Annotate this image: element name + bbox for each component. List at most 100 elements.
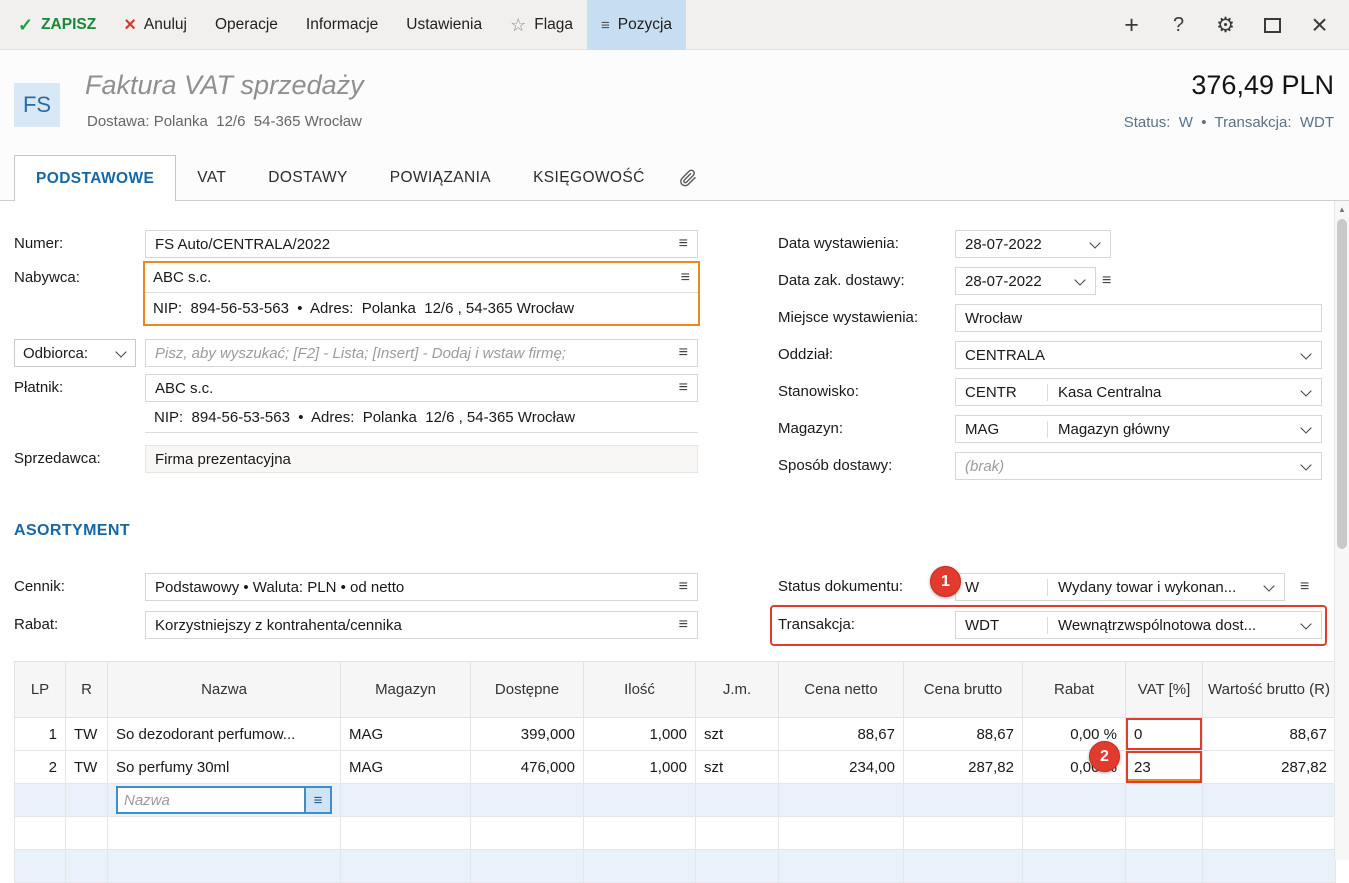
cell-lp[interactable]: 1 [15, 718, 66, 751]
close-icon[interactable]: × [1296, 0, 1343, 50]
odbiorca-role-select[interactable]: Odbiorca: [14, 339, 136, 367]
scroll-up-arrow[interactable]: ▲ [1335, 201, 1349, 217]
flaga-label: Flaga [534, 16, 573, 34]
cell-r[interactable]: TW [66, 718, 108, 751]
nabywca-menu-icon[interactable]: ≡ [673, 269, 690, 287]
maximize-icon[interactable] [1249, 0, 1296, 50]
empty-cell [1203, 817, 1336, 850]
empty-cell [1126, 817, 1203, 850]
odbiorca-field[interactable]: ≡ [145, 339, 698, 367]
col-header-magazyn[interactable]: Magazyn [341, 662, 471, 718]
nabywca-field[interactable]: ABC s.c. ≡ [145, 263, 698, 293]
cell-cena-brutto[interactable]: 88,67 [904, 718, 1023, 751]
empty-cell [696, 850, 779, 883]
menu-informacje[interactable]: Informacje [292, 0, 392, 50]
col-header-ilosc[interactable]: Ilość [584, 662, 696, 718]
col-header-dostepne[interactable]: Dostępne [471, 662, 584, 718]
tab-ksiegowosc[interactable]: KSIĘGOWOŚĆ [512, 155, 666, 200]
platnik-field[interactable]: ABC s.c. ≡ [145, 374, 698, 402]
col-header-rabat[interactable]: Rabat [1023, 662, 1126, 718]
cell-jm[interactable]: szt [696, 718, 779, 751]
empty-cell [66, 784, 108, 817]
col-header-cena-brutto[interactable]: Cena brutto [904, 662, 1023, 718]
empty-cell [584, 817, 696, 850]
col-header-nazwa[interactable]: Nazwa [108, 662, 341, 718]
col-header-vat[interactable]: VAT [%] [1126, 662, 1203, 718]
pozycja-label: Pozycja [618, 16, 672, 34]
cell-cena-brutto[interactable]: 287,82 [904, 751, 1023, 784]
data-zak-dostawy-menu-icon[interactable]: ≡ [1102, 267, 1111, 295]
cennik-menu-icon[interactable]: ≡ [671, 578, 688, 596]
empty-cell [108, 850, 341, 883]
cell-vat[interactable]: 23 [1126, 751, 1203, 784]
cell-ilosc[interactable]: 1,000 [584, 751, 696, 784]
chevron-down-icon [1300, 423, 1312, 435]
cell-magazyn[interactable]: MAG [341, 718, 471, 751]
vertical-scrollbar[interactable]: ▲ [1334, 201, 1349, 860]
platnik-menu-icon[interactable]: ≡ [671, 379, 688, 397]
cennik-field[interactable]: Podstawowy • Waluta: PLN • od netto ≡ [145, 573, 698, 601]
menu-operacje[interactable]: Operacje [201, 0, 292, 50]
menu-pozycja[interactable]: ≡ Pozycja [587, 0, 686, 50]
help-icon[interactable]: ? [1155, 0, 1202, 50]
nabywca-label: Nabywca: [14, 264, 80, 292]
cell-dostepne[interactable]: 399,000 [471, 718, 584, 751]
sposob-dostawy-select[interactable]: (brak) [955, 452, 1322, 480]
cell-ilosc[interactable]: 1,000 [584, 718, 696, 751]
cell-magazyn[interactable]: MAG [341, 751, 471, 784]
cell-dostepne[interactable]: 476,000 [471, 751, 584, 784]
col-header-lp[interactable]: LP [15, 662, 66, 718]
numer-field[interactable]: FS Auto/CENTRALA/2022 ≡ [145, 230, 698, 258]
cell-lp[interactable]: 2 [15, 751, 66, 784]
magazyn-value: Magazyn główny [1047, 421, 1300, 438]
cancel-button[interactable]: × Anuluj [110, 0, 201, 50]
transakcja-select[interactable]: WDT Wewnątrzwspólnotowa dost... [955, 611, 1322, 639]
save-button[interactable]: ✓ ZAPISZ [4, 0, 110, 50]
rabat-field[interactable]: Korzystniejszy z kontrahenta/cennika ≡ [145, 611, 698, 639]
cell-wartosc-brutto[interactable]: 287,82 [1203, 751, 1336, 784]
miejsce-wystawienia-field[interactable]: Wrocław [955, 304, 1322, 332]
status-dokumentu-select[interactable]: W Wydany towar i wykonan... [955, 573, 1285, 601]
scrollbar-thumb[interactable] [1337, 219, 1347, 549]
oddzial-select[interactable]: CENTRALA [955, 341, 1322, 369]
cell-vat[interactable]: 0 [1126, 718, 1203, 751]
new-item-name-field[interactable]: ≡ [116, 786, 332, 814]
flag-button[interactable]: ☆ Flaga [496, 0, 587, 50]
magazyn-select[interactable]: MAG Magazyn główny [955, 415, 1322, 443]
col-header-wartosc-brutto[interactable]: Wartość brutto (R) [1203, 662, 1336, 718]
new-item-menu-icon[interactable]: ≡ [304, 788, 330, 812]
data-zak-dostawy-field[interactable]: 28-07-2022 [955, 267, 1096, 295]
odbiorca-menu-icon[interactable]: ≡ [671, 344, 688, 362]
empty-cell [108, 817, 341, 850]
cell-cena-netto[interactable]: 234,00 [779, 751, 904, 784]
tab-podstawowe[interactable]: PODSTAWOWE [14, 155, 176, 201]
cell-nazwa[interactable]: So dezodorant perfumow... [108, 718, 341, 751]
status-dokumentu-menu-icon[interactable]: ≡ [1300, 573, 1309, 601]
col-header-cena-netto[interactable]: Cena netto [779, 662, 904, 718]
cell-nazwa[interactable]: So perfumy 30ml [108, 751, 341, 784]
odbiorca-input[interactable] [155, 345, 671, 362]
cell-wartosc-brutto[interactable]: 88,67 [1203, 718, 1336, 751]
menu-ustawienia[interactable]: Ustawienia [392, 0, 496, 50]
empty-cell [341, 817, 471, 850]
cell-jm[interactable]: szt [696, 751, 779, 784]
sprzedawca-value: Firma prezentacyjna [155, 451, 291, 468]
paperclip-icon[interactable] [666, 155, 710, 200]
col-header-jm[interactable]: J.m. [696, 662, 779, 718]
stanowisko-select[interactable]: CENTR Kasa Centralna [955, 378, 1322, 406]
add-position-icon[interactable]: + [1108, 0, 1155, 50]
tab-vat[interactable]: VAT [176, 155, 247, 200]
new-item-name-input[interactable] [118, 792, 304, 809]
col-header-r[interactable]: R [66, 662, 108, 718]
cell-cena-netto[interactable]: 88,67 [779, 718, 904, 751]
tab-dostawy[interactable]: DOSTAWY [247, 155, 368, 200]
data-wystawienia-field[interactable]: 28-07-2022 [955, 230, 1111, 258]
tab-powiazania[interactable]: POWIĄZANIA [369, 155, 512, 200]
gear-icon[interactable]: ⚙ [1202, 0, 1249, 50]
empty-cell [904, 850, 1023, 883]
table-row: 2 TW So perfumy 30ml MAG 476,000 1,000 s… [15, 751, 1336, 784]
cell-r[interactable]: TW [66, 751, 108, 784]
numer-menu-icon[interactable]: ≡ [671, 235, 688, 253]
empty-cell [1203, 850, 1336, 883]
rabat-menu-icon[interactable]: ≡ [671, 616, 688, 634]
